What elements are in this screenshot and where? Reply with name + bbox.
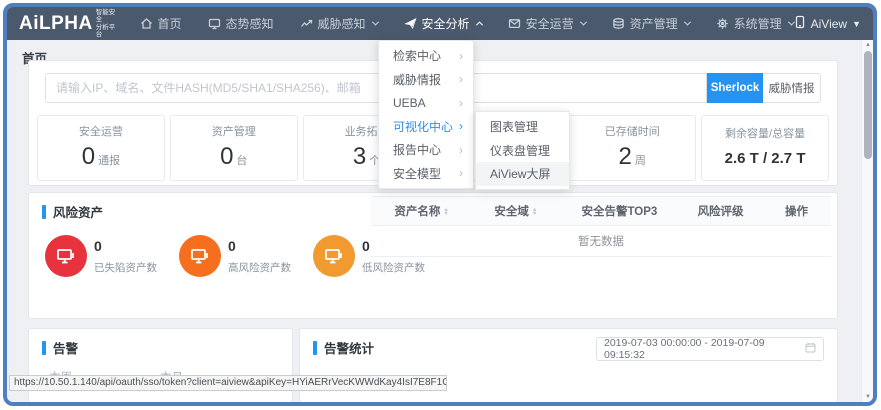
trend-icon: [300, 17, 313, 30]
chevron-right-icon: ›: [459, 120, 463, 132]
nav-item-threat[interactable]: 威胁感知: [300, 15, 378, 32]
nav-item-analysis[interactable]: 安全分析: [404, 15, 482, 32]
caret-down-icon: ▼: [852, 19, 861, 29]
accent-bar: [42, 205, 46, 219]
asset-table-header-row: 资产名称▲▼ 安全域▲▼ 安全告警TOP3 风险评级 操作: [371, 197, 831, 226]
risk-assets-panel: 风险资产 0 已失陷资产数 0 高风险资产数: [28, 192, 838, 319]
brand-name: AiLPHA: [19, 13, 93, 35]
accent-bar: [42, 341, 46, 355]
chevron-right-icon: ›: [459, 167, 463, 179]
chevron-right-icon: ›: [459, 73, 463, 85]
chevron-right-icon: ›: [459, 50, 463, 62]
plane-icon: [404, 17, 417, 30]
asset-table: 资产名称▲▼ 安全域▲▼ 安全告警TOP3 风险评级 操作: [371, 196, 831, 257]
column-header-security-zone[interactable]: 安全域▲▼: [472, 197, 559, 226]
security-analysis-dropdown: 检索中心 › 威胁情报 › UEBA › 可视化中心 › 报告中心 › 安全模型…: [378, 40, 474, 189]
mail-icon: [508, 17, 521, 30]
menu-item-report-center[interactable]: 报告中心 ›: [379, 138, 473, 162]
monitor-icon: [179, 235, 221, 277]
app-window: AiLPHA 智能安全 分析平台 首页 态势感知 威胁感知 安全分析: [3, 3, 877, 406]
scroll-down-icon[interactable]: ▼: [862, 394, 874, 400]
stat-value: 0台: [220, 145, 247, 173]
nav-menu: 首页 态势感知 威胁感知 安全分析 安全运营: [140, 15, 794, 32]
nav-item-operation[interactable]: 安全运营: [508, 15, 586, 32]
stat-card-storage-time[interactable]: 已存储时间 2周: [568, 115, 696, 181]
table-empty-row: 暂无数据: [371, 226, 831, 257]
status-url-tooltip: https://10.50.1.140/api/oauth/sso/token?…: [9, 375, 447, 391]
phone-icon: [794, 15, 806, 32]
risk-item-high: 0 高风险资产数: [179, 235, 291, 277]
menu-item-search-center[interactable]: 检索中心 ›: [379, 44, 473, 68]
stat-value: 0通报: [82, 145, 120, 173]
stat-value: 2周: [619, 145, 646, 173]
coins-icon: [612, 17, 625, 30]
brand-logo[interactable]: AiLPHA 智能安全 分析平台: [19, 9, 120, 39]
submenu-item-aiview-screen[interactable]: AiView大屏: [476, 162, 569, 186]
stat-value: 2.6 T / 2.7 T: [725, 147, 806, 171]
sort-icon[interactable]: ▲▼: [443, 208, 448, 216]
column-header-risk-rating: 风险评级: [679, 197, 762, 226]
chevron-up-icon: [476, 21, 483, 28]
column-header-alert-top3: 安全告警TOP3: [560, 197, 680, 226]
top-navbar: AiLPHA 智能安全 分析平台 首页 态势感知 威胁感知 安全分析: [7, 7, 873, 40]
nav-item-assets[interactable]: 资产管理: [612, 15, 690, 32]
chevron-down-icon: [684, 19, 691, 26]
date-range-picker[interactable]: 2019-07-03 00:00:00 - 2019-07-09 09:15:3…: [596, 337, 824, 361]
vertical-scrollbar[interactable]: ▲ ▼: [861, 40, 873, 402]
menu-item-visualization-center[interactable]: 可视化中心 ›: [379, 115, 473, 139]
sort-icon[interactable]: ▲▼: [532, 208, 537, 216]
scroll-up-icon[interactable]: ▲: [862, 42, 874, 48]
column-header-actions: 操作: [762, 197, 831, 226]
monitor-icon: [208, 17, 221, 30]
aiview-user-menu[interactable]: AiView ▼: [794, 15, 861, 32]
monitor-icon: [45, 235, 87, 277]
home-icon: [140, 17, 153, 30]
risk-item-compromised: 0 已失陷资产数: [45, 235, 157, 277]
chevron-down-icon: [372, 19, 379, 26]
nav-item-situation[interactable]: 态势感知: [208, 15, 274, 32]
empty-state-text: 暂无数据: [371, 226, 831, 257]
nav-item-system[interactable]: 系统管理: [716, 15, 794, 32]
submenu-item-chart-management[interactable]: 图表管理: [476, 115, 569, 139]
chevron-down-icon: [580, 19, 587, 26]
brand-subtitle: 智能安全 分析平台: [96, 9, 120, 39]
menu-item-security-model[interactable]: 安全模型 ›: [379, 162, 473, 186]
column-header-asset-name[interactable]: 资产名称▲▼: [371, 197, 472, 226]
chevron-right-icon: ›: [459, 97, 463, 109]
accent-bar: [313, 341, 317, 355]
menu-item-ueba[interactable]: UEBA ›: [379, 91, 473, 115]
submenu-item-dashboard-management[interactable]: 仪表盘管理: [476, 139, 569, 163]
nav-item-home[interactable]: 首页: [140, 15, 182, 32]
gear-icon: [716, 17, 729, 30]
stat-card-asset-management[interactable]: 资产管理 0台: [170, 115, 298, 181]
stat-card-security-operation[interactable]: 安全运营 0通报: [37, 115, 165, 181]
menu-item-threat-intel[interactable]: 威胁情报 ›: [379, 68, 473, 92]
chevron-right-icon: ›: [459, 144, 463, 156]
threat-intel-button[interactable]: 威胁情报: [763, 73, 821, 103]
calendar-icon: [805, 342, 816, 356]
stat-value: 3个: [353, 145, 380, 173]
search-input[interactable]: [45, 73, 707, 103]
sherlock-button[interactable]: Sherlock: [707, 73, 763, 103]
alarm-panel-title: 告警: [42, 338, 292, 357]
visualization-submenu: 图表管理 仪表盘管理 AiView大屏: [475, 111, 570, 190]
stat-card-capacity[interactable]: 剩余容量/总容量 2.6 T / 2.7 T: [701, 115, 829, 181]
monitor-icon: [313, 235, 355, 277]
scrollbar-thumb[interactable]: [864, 51, 872, 159]
